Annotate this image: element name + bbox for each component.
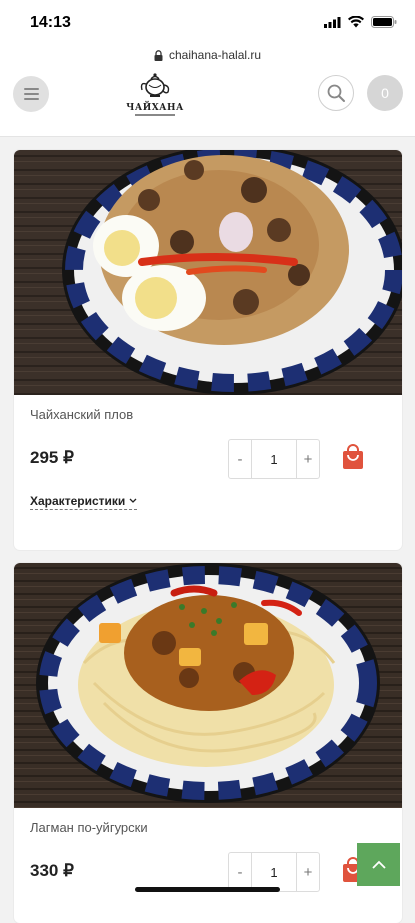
cart-button[interactable]: 0 bbox=[367, 75, 403, 111]
cart-count: 0 bbox=[381, 85, 389, 101]
specs-label: Характеристики bbox=[30, 494, 126, 508]
wifi-icon bbox=[348, 16, 364, 28]
product-photo-lagman[interactable] bbox=[14, 563, 402, 808]
product-card: Чайханский плов 295 ₽ - 1 + Характеристи… bbox=[14, 150, 402, 550]
search-icon bbox=[327, 84, 345, 102]
product-name[interactable]: Чайханский плов bbox=[30, 407, 133, 422]
quantity-stepper: - 1 + bbox=[228, 439, 320, 479]
teapot-logo-icon bbox=[140, 73, 170, 97]
search-button[interactable] bbox=[318, 75, 354, 111]
hamburger-icon bbox=[23, 88, 39, 90]
product-name[interactable]: Лагман по-уйгурски bbox=[30, 820, 148, 835]
chevron-down-icon bbox=[129, 498, 137, 503]
decrease-button[interactable]: - bbox=[229, 853, 251, 891]
chevron-up-icon bbox=[371, 860, 386, 869]
site-logo[interactable]: ЧАЙХАНА bbox=[126, 70, 184, 116]
product-price: 330 ₽ bbox=[30, 861, 74, 880]
quantity-value[interactable]: 1 bbox=[251, 440, 297, 478]
browser-url-bar[interactable]: chaihana-halal.ru bbox=[0, 44, 415, 66]
status-bar: 14:13 bbox=[0, 0, 415, 44]
quantity-value[interactable]: 1 bbox=[251, 853, 297, 891]
increase-button[interactable]: + bbox=[297, 440, 319, 478]
add-to-cart-button[interactable] bbox=[340, 444, 366, 470]
scroll-to-top-button[interactable] bbox=[357, 843, 400, 886]
signal-icon bbox=[324, 16, 341, 28]
status-time: 14:13 bbox=[30, 14, 71, 31]
url-text: chaihana-halal.ru bbox=[168, 48, 262, 62]
shopping-bag-icon bbox=[343, 444, 363, 469]
logo-text: ЧАЙХАНА bbox=[126, 103, 184, 113]
product-price: 295 ₽ bbox=[30, 448, 74, 467]
increase-button[interactable]: + bbox=[297, 853, 319, 891]
quantity-stepper: - 1 + bbox=[228, 852, 320, 892]
menu-button[interactable] bbox=[13, 76, 49, 112]
decrease-button[interactable]: - bbox=[229, 440, 251, 478]
specs-toggle[interactable]: Характеристики bbox=[30, 494, 138, 510]
product-card: Лагман по-уйгурски 330 ₽ - 1 + bbox=[14, 563, 402, 923]
site-header: ЧАЙХАНА 0 bbox=[0, 66, 415, 137]
system-icons bbox=[324, 16, 397, 28]
battery-icon bbox=[371, 16, 397, 28]
lock-icon bbox=[154, 49, 163, 61]
home-indicator bbox=[135, 887, 280, 892]
product-photo-plov[interactable] bbox=[14, 150, 402, 395]
